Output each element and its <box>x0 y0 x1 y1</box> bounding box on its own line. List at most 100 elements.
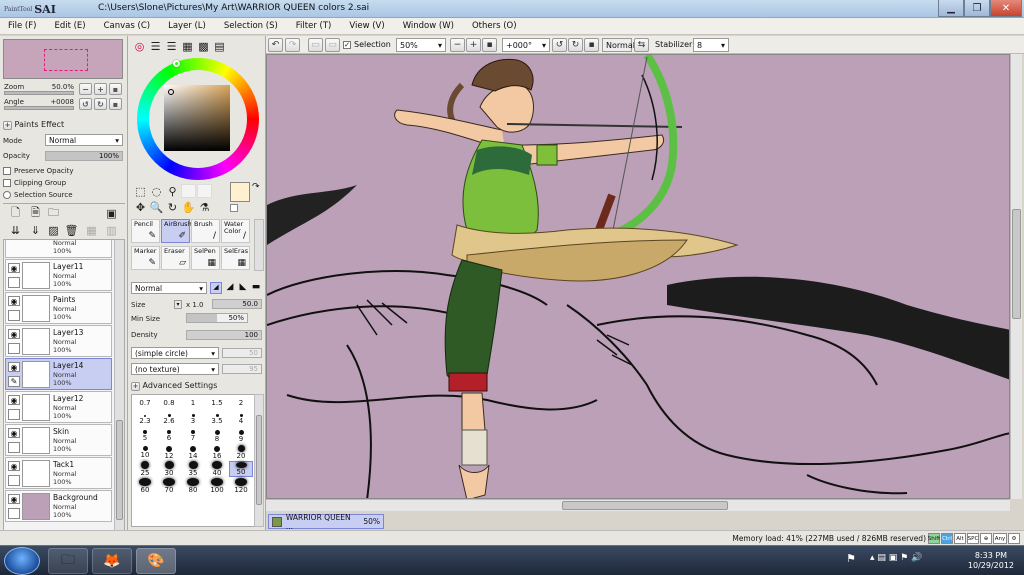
preserve-opacity-checkbox[interactable]: Preserve Opacity <box>3 167 74 175</box>
document-tab[interactable]: WARRIOR QUEEN ... 50% <box>268 513 384 531</box>
brush-size-cell[interactable]: 6 <box>157 428 181 444</box>
scroll-thumb[interactable] <box>256 415 262 505</box>
stabilizer-select[interactable]: 8 ▾ <box>693 38 729 52</box>
hand-icon[interactable]: ✋ <box>181 200 196 214</box>
canvas-vertical-scrollbar[interactable] <box>1010 54 1022 499</box>
menu-edit[interactable]: Edit (E) <box>46 21 95 31</box>
sv-marker[interactable] <box>168 89 174 95</box>
new-linework-layer-icon[interactable]: 🗎 <box>28 206 43 220</box>
menu-view[interactable]: View (V) <box>341 21 394 31</box>
rotate-right-button[interactable]: ↻ <box>568 38 583 52</box>
swap-colors-icon[interactable]: ↷ <box>252 182 260 192</box>
clear-layer-icon[interactable]: ▨ <box>46 223 61 237</box>
brush-size-cell[interactable]: 0.8 <box>157 395 181 411</box>
clipping-group-checkbox[interactable]: Clipping Group <box>3 179 66 187</box>
layer-item-layer12[interactable]: ◉ Layer12 Normal 100% <box>5 391 112 423</box>
rotate-right-button[interactable]: ↻ <box>94 98 107 110</box>
lock-toggle[interactable] <box>8 508 20 519</box>
lock-toggle[interactable] <box>8 475 20 486</box>
menu-canvas[interactable]: Canvas (C) <box>96 21 160 31</box>
lock-toggle[interactable] <box>8 409 20 420</box>
zoom-out-button[interactable]: − <box>79 83 92 95</box>
brush-size-cell[interactable]: 20 <box>229 445 253 461</box>
brush-size-cell[interactable]: 0.7 <box>133 395 157 411</box>
menu-file[interactable]: File (F) <box>0 21 46 31</box>
rotate-reset-button[interactable]: ▪ <box>109 98 122 110</box>
flip-horizontal-button[interactable]: ⇆ <box>634 38 649 52</box>
zoom-select[interactable]: 50% ▾ <box>396 38 446 52</box>
scroll-thumb[interactable] <box>1012 209 1021 319</box>
eye-icon[interactable]: ◉ <box>8 494 20 504</box>
deselect-button[interactable]: ▭ <box>308 38 323 52</box>
brush-watercolor[interactable]: Water Color / <box>221 219 250 243</box>
zoom-in-button[interactable]: + <box>94 83 107 95</box>
menu-filter[interactable]: Filter (T) <box>288 21 342 31</box>
brush-size-cell[interactable]: 5 <box>133 428 157 444</box>
rotate-left-button[interactable]: ↺ <box>79 98 92 110</box>
menu-others[interactable]: Others (O) <box>464 21 527 31</box>
angle-select[interactable]: +000° ▾ <box>502 38 550 52</box>
zoom-in-button[interactable]: + <box>466 38 481 52</box>
hue-marker[interactable] <box>173 60 180 67</box>
brush-size-cell[interactable]: 8 <box>205 428 229 444</box>
brush-size-cell[interactable]: 25 <box>133 461 157 477</box>
color-wheel-tab-icon[interactable]: ◎ <box>132 39 147 53</box>
mask-icon[interactable]: ▣ <box>104 206 119 220</box>
new-folder-icon[interactable]: 🗀 <box>46 206 61 220</box>
firefox-taskbar-icon[interactable]: 🦊 <box>92 548 132 574</box>
brush-texture-select[interactable]: (no texture) ▾ <box>131 363 219 375</box>
brush-edge-soft-icon[interactable]: ◣ <box>237 282 249 294</box>
brush-pencil[interactable]: Pencil ✎ <box>131 219 160 243</box>
brush-size-cell[interactable]: 3 <box>181 412 205 428</box>
color-saturation-square[interactable] <box>164 85 230 151</box>
brush-size-cell[interactable]: 2.6 <box>157 412 181 428</box>
lock-toggle[interactable] <box>8 310 20 321</box>
eye-icon[interactable]: ◉ <box>8 329 20 339</box>
brush-shape-select[interactable]: (simple circle) ▾ <box>131 347 219 359</box>
minimize-button[interactable]: ▁ <box>938 0 964 17</box>
move-icon[interactable]: ✥ <box>133 200 148 214</box>
brush-size-cell[interactable]: 60 <box>133 477 157 494</box>
brush-brush[interactable]: Brush / <box>191 219 220 243</box>
rotate-icon[interactable]: ↻ <box>165 200 180 214</box>
eyedropper-icon[interactable]: ⚗ <box>197 200 212 214</box>
size-slider[interactable]: 50.0 <box>212 299 262 309</box>
scroll-thumb[interactable] <box>562 501 728 510</box>
scroll-thumb[interactable] <box>116 420 123 520</box>
brush-size-cell[interactable]: 50 <box>229 461 253 477</box>
rotate-left-button[interactable]: ↺ <box>552 38 567 52</box>
transfer-down-icon[interactable]: ⇊ <box>8 223 23 237</box>
zoom-slider[interactable] <box>4 91 74 95</box>
layer-item-layer11[interactable]: ◉ Layer11 Normal 100% <box>5 259 112 291</box>
eye-icon[interactable]: ◉ <box>8 461 20 471</box>
brush-size-cell[interactable]: 35 <box>181 461 205 477</box>
brush-edge-flat-icon[interactable]: ▬ <box>250 282 262 294</box>
brush-blend-select[interactable]: Normal ▾ <box>131 282 207 294</box>
minsize-slider[interactable]: 50% <box>186 313 248 323</box>
canvas-horizontal-scrollbar[interactable] <box>266 499 1010 511</box>
hsv-slider-tab-icon[interactable]: ☰ <box>164 39 179 53</box>
merge-down-icon[interactable]: ⇓ <box>28 223 43 237</box>
delete-layer-icon[interactable]: 🗑 <box>64 223 79 237</box>
maximize-button[interactable]: ❐ <box>964 0 990 17</box>
layer-item-paints[interactable]: ◉ Paints Normal 100% <box>5 292 112 324</box>
advanced-settings-toggle[interactable]: + Advanced Settings <box>131 381 217 391</box>
zoom-out-button[interactable]: − <box>450 38 465 52</box>
brush-size-cell[interactable]: 2.3 <box>133 412 157 428</box>
lock-toggle[interactable] <box>8 343 20 354</box>
menu-selection[interactable]: Selection (S) <box>216 21 288 31</box>
zoom-reset-button[interactable]: ▪ <box>109 83 122 95</box>
taskbar-clock[interactable]: 8:33 PM 10/29/2012 <box>968 551 1014 571</box>
brush-size-cell[interactable]: 100 <box>205 477 229 494</box>
new-layer-icon[interactable]: 🗋 <box>8 206 23 220</box>
brush-size-cell[interactable]: 12 <box>157 445 181 461</box>
zoom-fit-button[interactable]: ▪ <box>482 38 497 52</box>
zoom-icon[interactable]: 🔍 <box>149 200 164 214</box>
start-button[interactable] <box>4 547 40 575</box>
explorer-taskbar-icon[interactable]: 🗀 <box>48 548 88 574</box>
menu-layer[interactable]: Layer (L) <box>160 21 216 31</box>
brush-size-cell[interactable]: 10 <box>133 445 157 461</box>
rect-select-icon[interactable]: ⬚ <box>133 184 148 198</box>
layer-item-background[interactable]: ◉ Background Normal 100% <box>5 490 112 522</box>
brush-size-cell[interactable]: 80 <box>181 477 205 494</box>
